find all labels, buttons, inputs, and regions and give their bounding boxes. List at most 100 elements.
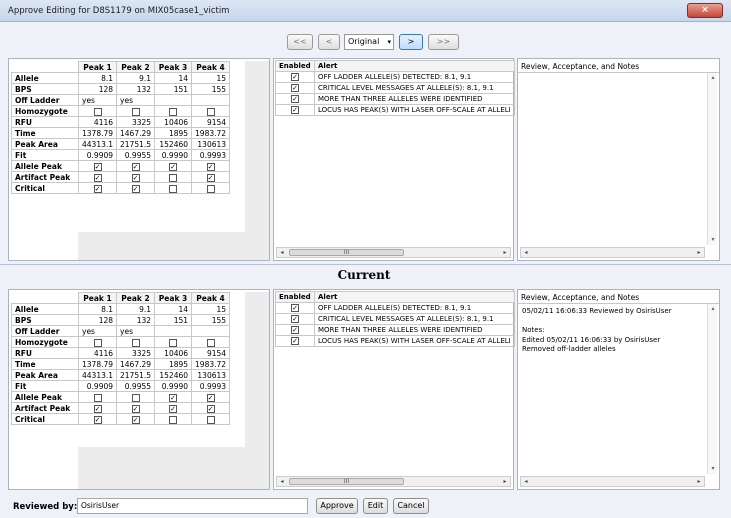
scroll-right-icon[interactable]: ▸	[500, 477, 510, 486]
scroll-down-icon[interactable]: ▾	[708, 464, 718, 474]
alert-row[interactable]: LOCUS HAS PEAK(S) WITH LASER OFF-SCALE A…	[275, 104, 515, 116]
scroll-left-icon[interactable]: ◂	[521, 477, 531, 486]
alert-row[interactable]: OFF LADDER ALLELE(S) DETECTED: 8.1, 9.1	[275, 71, 515, 83]
checkbox-unchecked[interactable]	[169, 173, 178, 182]
checkbox-checked[interactable]	[93, 404, 102, 413]
checkbox-checked[interactable]	[169, 162, 178, 171]
checkbox-checked[interactable]	[93, 184, 102, 193]
scroll-left-icon[interactable]: ◂	[277, 477, 287, 486]
vertical-scrollbar[interactable]: ▴ ▾	[707, 304, 717, 474]
row-header: BPS	[11, 83, 79, 95]
notes-header: Review, Acceptance, and Notes	[521, 293, 640, 302]
checkbox-checked[interactable]	[291, 315, 299, 323]
table-row: Peak Area 44313.1 21751.5 152460 130613	[11, 369, 231, 381]
alert-row[interactable]: CRITICAL LEVEL MESSAGES AT ALLELE(S): 8.…	[275, 82, 515, 94]
approve-button[interactable]: Approve	[316, 498, 358, 514]
checkbox-unchecked[interactable]	[169, 107, 178, 116]
table-cell: 128	[77, 314, 118, 326]
checkbox-checked[interactable]	[131, 415, 140, 424]
current-peak-grid: Peak 1 Peak 2 Peak 3 Peak 4 Allele 8.1 9.1 14 15…	[8, 289, 270, 490]
alert-row[interactable]: LOCUS HAS PEAK(S) WITH LASER OFF-SCALE A…	[275, 335, 515, 347]
checkbox-unchecked[interactable]	[93, 107, 102, 116]
table-cell: 14	[154, 303, 193, 315]
scroll-up-icon[interactable]: ▴	[708, 304, 718, 314]
enabled-cell	[275, 302, 315, 314]
checkbox-checked[interactable]	[131, 173, 140, 182]
table-cell	[154, 94, 193, 106]
scroll-thumb[interactable]: III	[289, 478, 404, 485]
checkbox-checked[interactable]	[291, 304, 299, 312]
checkbox-checked[interactable]	[169, 393, 178, 402]
checkbox-unchecked[interactable]	[206, 415, 215, 424]
checkbox-unchecked[interactable]	[131, 393, 140, 402]
checkbox-checked[interactable]	[93, 415, 102, 424]
table-cell	[154, 325, 193, 337]
horizontal-scrollbar[interactable]: ◂ III ▸	[276, 247, 511, 258]
checkbox-unchecked[interactable]	[206, 184, 215, 193]
last-button[interactable]: >>	[428, 34, 459, 50]
checkbox-checked[interactable]	[131, 404, 140, 413]
checkbox-unchecked[interactable]	[169, 338, 178, 347]
edit-button[interactable]: Edit	[363, 498, 388, 514]
checkbox-unchecked[interactable]	[93, 393, 102, 402]
cancel-button[interactable]: Cancel	[393, 498, 429, 514]
alert-text: LOCUS HAS PEAK(S) WITH LASER OFF-SCALE A…	[314, 335, 515, 347]
checkbox-checked[interactable]	[93, 162, 102, 171]
scroll-right-icon[interactable]: ▸	[500, 248, 510, 257]
corner-cell	[11, 61, 79, 73]
table-row: BPS 128 132 151 155	[11, 314, 231, 326]
checkbox-unchecked[interactable]	[131, 338, 140, 347]
scroll-left-icon[interactable]: ◂	[277, 248, 287, 257]
scroll-down-icon[interactable]: ▾	[708, 235, 718, 245]
checkbox-unchecked[interactable]	[131, 107, 140, 116]
checkbox-unchecked[interactable]	[93, 338, 102, 347]
horizontal-scrollbar[interactable]: ◂ ▸	[520, 476, 705, 487]
checkbox-unchecked[interactable]	[206, 107, 215, 116]
next-button[interactable]: >	[399, 34, 423, 50]
close-button[interactable]: ×	[687, 3, 723, 18]
reviewed-by-input[interactable]: OsirisUser	[77, 498, 308, 514]
checkbox-unchecked[interactable]	[206, 338, 215, 347]
scroll-left-icon[interactable]: ◂	[521, 248, 531, 257]
view-select[interactable]: Original ▾	[344, 34, 394, 50]
alert-row[interactable]: OFF LADDER ALLELE(S) DETECTED: 8.1, 9.1	[275, 302, 515, 314]
alert-text: CRITICAL LEVEL MESSAGES AT ALLELE(S): 8.…	[314, 313, 515, 325]
previous-button[interactable]: <	[318, 34, 340, 50]
checkbox-cell	[77, 402, 118, 414]
original-notes-panel[interactable]: Review, Acceptance, and Notes ▴ ▾ ◂ ▸	[517, 58, 720, 261]
checkbox-checked[interactable]	[169, 404, 178, 413]
checkbox-checked[interactable]	[131, 184, 140, 193]
checkbox-checked[interactable]	[291, 73, 299, 81]
checkbox-checked[interactable]	[291, 84, 299, 92]
alert-row[interactable]: MORE THAN THREE ALLELES WERE IDENTIFIED	[275, 324, 515, 336]
checkbox-checked[interactable]	[291, 106, 299, 114]
checkbox-checked[interactable]	[206, 404, 215, 413]
horizontal-scrollbar[interactable]: ◂ III ▸	[276, 476, 511, 487]
checkbox-checked[interactable]	[131, 162, 140, 171]
table-cell: 9154	[191, 116, 231, 128]
alert-row[interactable]: MORE THAN THREE ALLELES WERE IDENTIFIED	[275, 93, 515, 105]
current-notes-panel[interactable]: Review, Acceptance, and Notes 05/02/11 1…	[517, 289, 720, 490]
alert-row[interactable]: CRITICAL LEVEL MESSAGES AT ALLELE(S): 8.…	[275, 313, 515, 325]
checkbox-cell	[77, 336, 118, 348]
scroll-up-icon[interactable]: ▴	[708, 73, 718, 83]
checkbox-checked[interactable]	[291, 326, 299, 334]
scroll-right-icon[interactable]: ▸	[694, 477, 704, 486]
checkbox-unchecked[interactable]	[169, 415, 178, 424]
notes-text: 05/02/11 16:06:33 Reviewed by OsirisUser…	[522, 307, 672, 353]
checkbox-checked[interactable]	[93, 173, 102, 182]
scroll-right-icon[interactable]: ▸	[694, 248, 704, 257]
checkbox-checked[interactable]	[206, 162, 215, 171]
horizontal-scrollbar[interactable]: ◂ ▸	[520, 247, 705, 258]
vertical-scrollbar[interactable]: ▴ ▾	[707, 73, 717, 245]
row-header: Artifact Peak	[11, 402, 79, 414]
checkbox-checked[interactable]	[206, 173, 215, 182]
row-header: RFU	[11, 347, 79, 359]
checkbox-checked[interactable]	[206, 393, 215, 402]
scroll-thumb[interactable]: III	[289, 249, 404, 256]
checkbox-checked[interactable]	[291, 95, 299, 103]
first-button[interactable]: <<	[287, 34, 313, 50]
section-divider[interactable]	[0, 264, 731, 265]
checkbox-checked[interactable]	[291, 337, 299, 345]
checkbox-unchecked[interactable]	[169, 184, 178, 193]
